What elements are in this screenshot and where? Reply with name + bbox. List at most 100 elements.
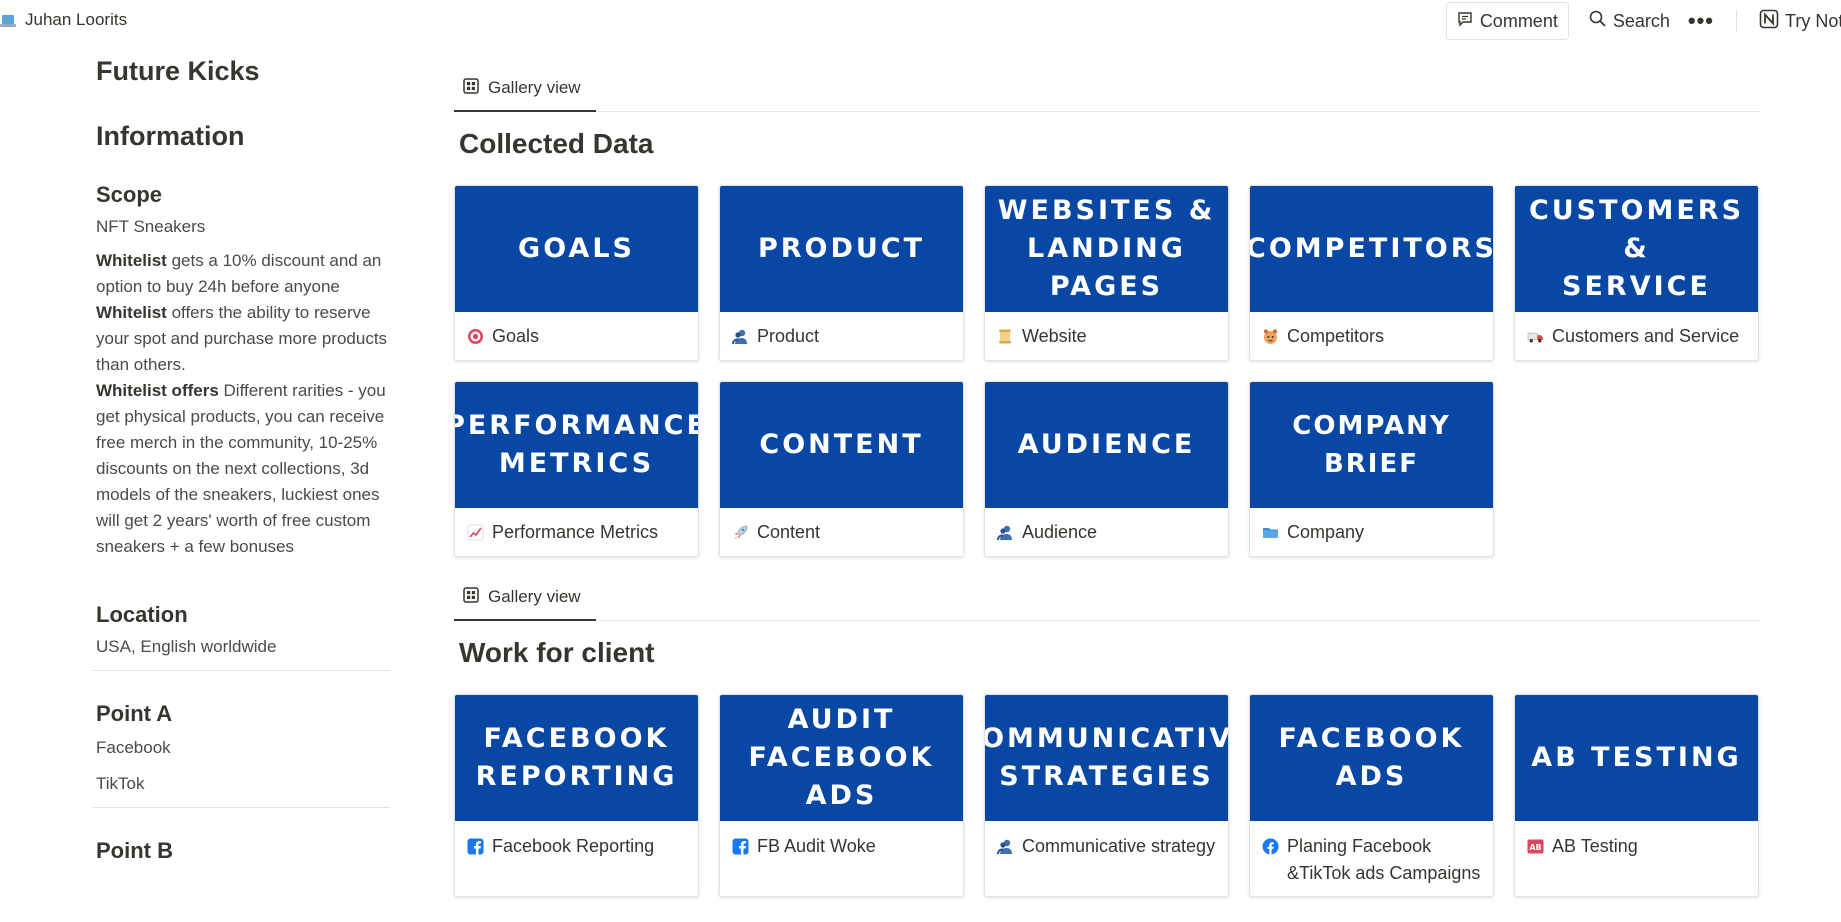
gallery-icon bbox=[463, 586, 479, 608]
properties-column: Future Kicks Information Scope NFT Sneak… bbox=[92, 50, 396, 864]
gallery-icon bbox=[463, 77, 479, 99]
card-title: Communicative strategy bbox=[1022, 836, 1216, 856]
person-icon bbox=[997, 838, 1014, 855]
card-cover: AUDIT FACEBOOK ADS bbox=[720, 695, 963, 821]
card-title: Planing Facebook &TikTok ads Campaigns bbox=[1287, 836, 1481, 883]
gallery-card[interactable]: COMPETITORS Competitors bbox=[1249, 185, 1494, 361]
gallery-card[interactable]: AB TESTING AB AB Testing bbox=[1514, 694, 1759, 897]
card-cover: COMPANY BRIEF bbox=[1250, 382, 1493, 508]
search-button[interactable]: Search bbox=[1589, 10, 1670, 32]
card-cover: CUSTOMERS & SERVICE bbox=[1515, 186, 1758, 312]
more-options-icon[interactable]: ••• bbox=[1688, 8, 1714, 34]
card-title: Audience bbox=[1022, 521, 1098, 542]
comment-button[interactable]: Comment bbox=[1445, 2, 1569, 40]
gallery-card[interactable]: PRODUCT Product bbox=[719, 185, 964, 361]
card-cover: COMPETITORS bbox=[1250, 186, 1493, 312]
facebook-square-icon bbox=[467, 838, 484, 855]
card-caption: AB AB Testing bbox=[1515, 821, 1758, 896]
point-a-heading: Point A bbox=[96, 701, 173, 726]
card-title: Facebook Reporting bbox=[492, 836, 655, 856]
location-heading: Location bbox=[96, 602, 188, 627]
section-title: Work for client bbox=[459, 637, 655, 668]
gallery-card[interactable]: COMMUNICATIVE STRATEGIES Communicative st… bbox=[984, 694, 1229, 897]
gallery-grid: FACEBOOK REPORTING Facebook Reporting AUDI… bbox=[454, 694, 1760, 897]
page-title: Future Kicks bbox=[96, 56, 260, 86]
gallery-card[interactable]: FACEBOOK ADS Planing Facebook &TikTok ads… bbox=[1249, 694, 1494, 897]
whitelist-bold-1: Whitelist bbox=[96, 251, 167, 270]
target-icon bbox=[467, 328, 484, 345]
card-title: Customers and Service bbox=[1552, 325, 1740, 346]
card-title: Product bbox=[757, 325, 820, 346]
gallery-grid: GOALS Goals PRODUCT Product WEBSITES & LANDI… bbox=[454, 185, 1760, 557]
gallery-column: Gallery view Collected Data GOALS Goals PR… bbox=[454, 66, 1760, 897]
card-caption: Audience bbox=[985, 508, 1228, 556]
card-cover: COMMUNICATIVE STRATEGIES bbox=[985, 695, 1228, 821]
card-cover: GOALS bbox=[455, 186, 698, 312]
point-a-item: Facebook bbox=[96, 738, 171, 757]
chart-icon bbox=[467, 524, 484, 541]
notion-logo-icon bbox=[1759, 9, 1779, 34]
scope-value: NFT Sneakers bbox=[96, 217, 206, 236]
section-title: Collected Data bbox=[459, 128, 654, 159]
card-title: Competitors bbox=[1287, 325, 1385, 346]
card-caption: Product bbox=[720, 312, 963, 360]
card-title: Performance Metrics bbox=[492, 521, 659, 542]
tab-label: Gallery view bbox=[488, 78, 581, 97]
gallery-card[interactable]: FACEBOOK REPORTING Facebook Reporting bbox=[454, 694, 699, 897]
card-title: FB Audit Woke bbox=[757, 836, 876, 856]
card-caption: Website bbox=[985, 312, 1228, 360]
person-icon bbox=[997, 524, 1014, 541]
divider bbox=[92, 670, 390, 671]
card-caption: Competitors bbox=[1250, 312, 1493, 360]
gallery-card[interactable]: AUDIENCE Audience bbox=[984, 381, 1229, 557]
card-cover: FACEBOOK REPORTING bbox=[455, 695, 698, 821]
gallery-card[interactable]: CUSTOMERS & SERVICE Customers and Service bbox=[1514, 185, 1759, 361]
tab-label: Gallery view bbox=[488, 587, 581, 606]
search-icon bbox=[1589, 10, 1606, 32]
card-title: Company bbox=[1287, 521, 1365, 542]
divider bbox=[92, 807, 390, 808]
facebook-square-icon bbox=[732, 838, 749, 855]
card-caption: Content bbox=[720, 508, 963, 556]
information-heading: Information bbox=[96, 121, 245, 151]
card-caption: FB Audit Woke bbox=[720, 821, 963, 896]
comment-icon bbox=[1457, 11, 1473, 32]
point-b-heading: Point B bbox=[96, 838, 173, 863]
view-tabs: Gallery view bbox=[454, 66, 1760, 112]
facebook-round-icon bbox=[1262, 838, 1279, 855]
card-caption: Facebook Reporting bbox=[455, 821, 698, 896]
card-cover: WEBSITES & LANDING PAGES bbox=[985, 186, 1228, 312]
breadcrumb[interactable]: Juhan Loorits bbox=[0, 10, 127, 30]
try-notion-label: Try Notion bbox=[1785, 10, 1841, 31]
card-cover: AUDIENCE bbox=[985, 382, 1228, 508]
whitelist-text-3: Different rarities - you get physical pr… bbox=[96, 381, 386, 556]
gallery-card[interactable]: PERFORMANCE METRICS Performance Metrics bbox=[454, 381, 699, 557]
card-cover: CONTENT bbox=[720, 382, 963, 508]
gallery-card[interactable]: WEBSITES & LANDING PAGES Website bbox=[984, 185, 1229, 361]
laptop-icon bbox=[0, 13, 16, 27]
gallery-card[interactable]: AUDIT FACEBOOK ADS FB Audit Woke bbox=[719, 694, 964, 897]
card-cover: AB TESTING bbox=[1515, 695, 1758, 821]
try-notion-button[interactable]: Try Notion bbox=[1759, 9, 1841, 34]
card-caption: Goals bbox=[455, 312, 698, 360]
scope-heading: Scope bbox=[96, 182, 163, 207]
ab-icon: AB bbox=[1527, 838, 1544, 855]
tab-gallery-view[interactable]: Gallery view bbox=[454, 66, 596, 112]
tab-gallery-view[interactable]: Gallery view bbox=[454, 575, 596, 621]
rocket-icon bbox=[732, 524, 749, 541]
gallery-card[interactable]: COMPANY BRIEF Company bbox=[1249, 381, 1494, 557]
card-title: Goals bbox=[492, 325, 540, 346]
location-value: USA, English worldwide bbox=[96, 637, 277, 656]
card-cover: FACEBOOK ADS bbox=[1250, 695, 1493, 821]
gallery-card[interactable]: GOALS Goals bbox=[454, 185, 699, 361]
card-caption: Customers and Service bbox=[1515, 312, 1758, 360]
whitelist-paragraph: Whitelist gets a 10% discount and an opt… bbox=[96, 248, 396, 560]
gallery-card[interactable]: CONTENT Content bbox=[719, 381, 964, 557]
whitelist-bold-2: Whitelist bbox=[96, 303, 167, 322]
search-label: Search bbox=[1612, 10, 1670, 31]
card-cover: PERFORMANCE METRICS bbox=[455, 382, 698, 508]
person-icon bbox=[732, 328, 749, 345]
card-title: Website bbox=[1022, 325, 1087, 346]
svg-text:AB: AB bbox=[1529, 843, 1541, 852]
card-caption: Planing Facebook &TikTok ads Campaigns bbox=[1250, 821, 1493, 896]
